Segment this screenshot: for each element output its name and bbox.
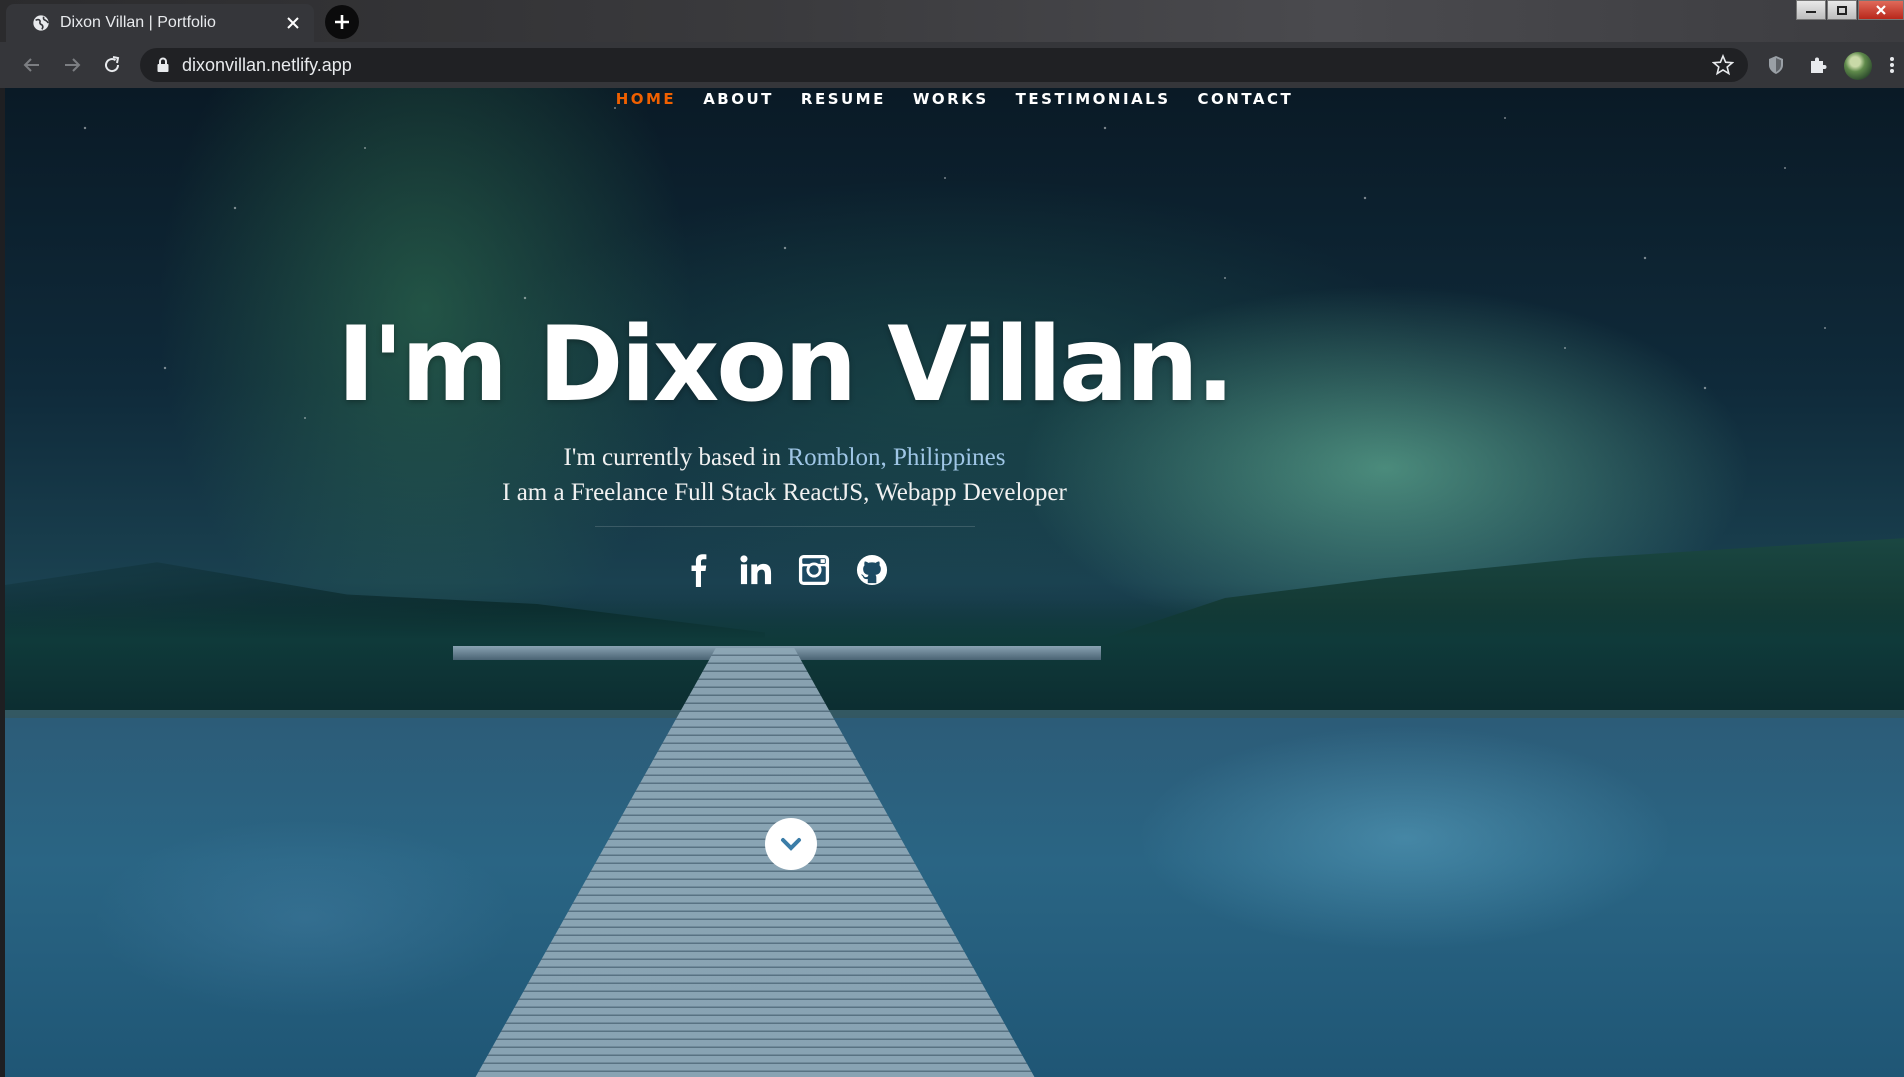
shield-icon [1769,56,1783,74]
location-text: Romblon, Philippines [787,444,1006,471]
browser-menu-button[interactable] [1884,53,1900,77]
reload-icon [105,56,120,73]
restore-icon [1837,6,1847,15]
close-tab-icon[interactable] [282,12,304,34]
globe-icon [33,15,49,31]
scroll-down-button[interactable] [765,818,817,870]
nav-about[interactable]: ABOUT [703,90,774,110]
linkedin-icon[interactable] [739,552,772,588]
nav-testimonials[interactable]: TESTIMONIALS [1016,90,1171,110]
address-bar[interactable]: dixonvillan.netlify.app [140,48,1748,82]
hero-location-line: I'm currently based in Romblon, Philippi… [5,444,1564,472]
browser-titlebar: Dixon Villan | Portfolio [0,0,1904,42]
site-navigation: HOME ABOUT RESUME WORKS TESTIMONIALS CON… [5,88,1904,110]
social-links [5,552,1564,588]
facebook-icon[interactable] [682,552,714,588]
profile-avatar[interactable] [1844,52,1872,80]
back-arrow-icon [23,58,39,72]
hero-role-line: I am a Freelance Full Stack ReactJS, Web… [502,479,1067,506]
lock-icon [157,57,169,72]
shield-extension-button[interactable] [1764,53,1788,77]
forward-button[interactable] [60,53,84,77]
window-controls [1795,0,1904,22]
nav-resume[interactable]: RESUME [801,90,886,110]
puzzle-icon [1811,57,1827,73]
forward-arrow-icon [65,58,81,72]
back-button[interactable] [20,53,44,77]
nav-home[interactable]: HOME [616,90,676,110]
close-window-button[interactable] [1858,0,1904,20]
nav-works[interactable]: WORKS [913,90,989,110]
github-icon[interactable] [856,552,888,588]
hero-section: HOME ABOUT RESUME WORKS TESTIMONIALS CON… [5,88,1904,1077]
instagram-icon[interactable] [798,552,830,588]
extensions-button[interactable] [1806,53,1830,77]
nav-contact[interactable]: CONTACT [1198,90,1294,110]
plus-icon [335,15,349,29]
browser-tab[interactable]: Dixon Villan | Portfolio [6,4,314,42]
chevron-down-icon [781,838,801,851]
close-icon [1876,5,1886,15]
kebab-menu-icon [1890,57,1894,73]
reload-button[interactable] [100,53,124,77]
new-tab-button[interactable] [325,5,359,39]
hero-title: I'm Dixon Villan. [336,305,1235,425]
minimize-icon [1806,11,1816,13]
tab-title: Dixon Villan | Portfolio [60,14,216,31]
location-prefix: I'm currently based in [563,444,782,471]
browser-toolbar: dixonvillan.netlify.app [0,42,1904,88]
hero-divider [595,526,975,527]
bookmark-star-icon[interactable] [1712,54,1734,76]
minimize-button[interactable] [1796,0,1826,20]
url-text: dixonvillan.netlify.app [182,55,352,75]
maximize-button[interactable] [1827,0,1857,20]
